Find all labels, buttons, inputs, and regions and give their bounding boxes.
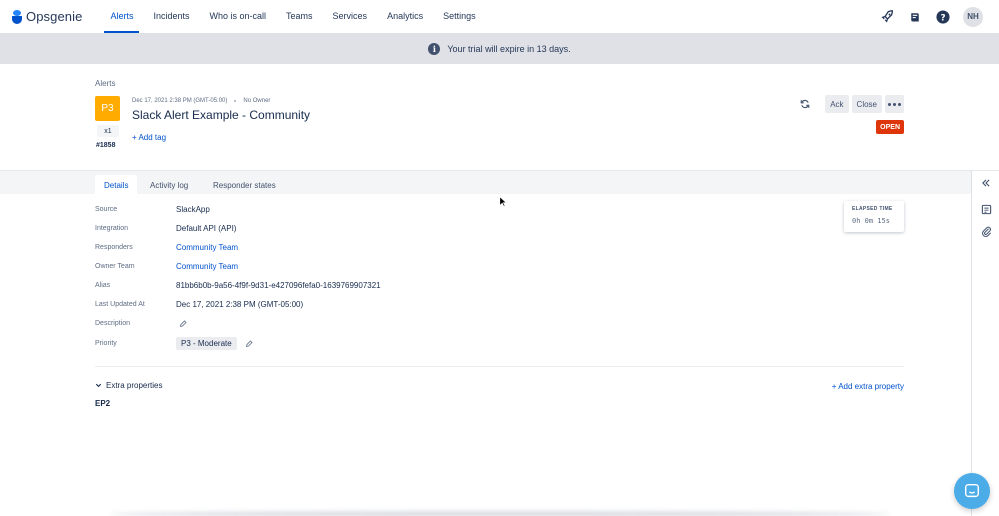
tabs-bar: Details Activity log Responder states xyxy=(0,170,971,195)
detail-label: Source xyxy=(95,206,118,213)
detail-label: Alias xyxy=(95,282,111,289)
opsgenie-logo-icon xyxy=(12,9,22,24)
section-divider xyxy=(95,366,904,367)
nav-incidents[interactable]: Incidents xyxy=(143,0,199,33)
help-icon[interactable]: ? xyxy=(935,9,951,25)
elapsed-time-value: 0h 0m 15s xyxy=(852,217,890,225)
status-badge: OPEN xyxy=(876,120,904,134)
alert-count: x1 xyxy=(97,125,119,137)
detail-row-owner-team: Owner Team Community Team xyxy=(95,262,238,271)
edit-priority-pencil-icon[interactable] xyxy=(245,339,254,348)
notes-icon[interactable] xyxy=(979,202,993,216)
tab-responder-states[interactable]: Responder states xyxy=(204,175,285,195)
detail-label: Owner Team xyxy=(95,263,135,270)
chat-icon xyxy=(964,483,980,498)
responders-link[interactable]: Community Team xyxy=(176,243,238,252)
detail-row-last-updated: Last Updated At Dec 17, 2021 2:38 PM (GM… xyxy=(95,300,303,309)
detail-value-alias: 81bb6b0b-9a56-4f9f-9d31-e427096fefa0-163… xyxy=(176,281,381,290)
extra-properties-toggle[interactable]: Extra properties xyxy=(95,381,162,390)
more-dot-icon xyxy=(893,102,896,106)
add-extra-property-link[interactable]: + Add extra property xyxy=(832,382,904,391)
info-icon: i xyxy=(428,42,441,55)
elapsed-time-label: ELAPSED TIME xyxy=(852,206,893,212)
detail-label: Priority xyxy=(95,340,117,347)
alert-actions: Ack Close xyxy=(796,95,904,113)
detail-label: Responders xyxy=(95,244,133,251)
nav-teams[interactable]: Teams xyxy=(276,0,323,33)
trial-banner-text: Your trial will expire in 13 days. xyxy=(447,43,571,54)
collapse-double-chevron-icon[interactable] xyxy=(979,176,993,190)
more-options-button[interactable] xyxy=(885,95,904,113)
detail-value-source: SlackApp xyxy=(176,205,210,214)
detail-row-alias: Alias 81bb6b0b-9a56-4f9f-9d31-e427096fef… xyxy=(95,281,381,290)
chevron-down-icon xyxy=(95,383,102,388)
detail-row-integration: Integration Default API (API) xyxy=(95,224,236,233)
tab-details[interactable]: Details xyxy=(95,175,138,195)
alert-tiny-id: #1858 xyxy=(96,142,116,149)
alert-meta: Dec 17, 2021 2:38 PM (GMT-05:00) No Owne… xyxy=(132,98,270,104)
nav-analytics[interactable]: Analytics xyxy=(377,0,433,33)
detail-row-responders: Responders Community Team xyxy=(95,243,238,252)
add-tag-link[interactable]: + Add tag xyxy=(132,133,166,142)
priority-value-chip[interactable]: P3 - Moderate xyxy=(176,337,237,350)
detail-value-integration: Default API (API) xyxy=(176,224,237,233)
chat-button[interactable] xyxy=(954,473,990,509)
book-icon[interactable] xyxy=(907,9,923,25)
nav-who-is-on-call[interactable]: Who is on-call xyxy=(200,0,277,33)
alert-created-time: Dec 17, 2021 2:38 PM (GMT-05:00) xyxy=(132,98,228,104)
alert-owner: No Owner xyxy=(243,98,271,104)
page-title: Slack Alert Example - Community xyxy=(132,108,311,122)
detail-row-source: Source SlackApp xyxy=(95,205,210,214)
right-rail xyxy=(971,170,999,516)
meta-separator xyxy=(234,100,237,102)
attachment-icon[interactable] xyxy=(979,224,993,238)
breadcrumb[interactable]: Alerts xyxy=(95,79,115,88)
nav-services[interactable]: Services xyxy=(323,0,378,33)
extra-properties-label: Extra properties xyxy=(106,381,163,390)
detail-label: Last Updated At xyxy=(95,301,145,308)
nav-settings[interactable]: Settings xyxy=(433,0,486,33)
trial-banner: i Your trial will expire in 13 days. xyxy=(0,33,999,64)
elapsed-time-card: ELAPSED TIME 0h 0m 15s xyxy=(844,201,904,232)
detail-row-description: Description xyxy=(95,319,187,328)
detail-label: Description xyxy=(95,320,131,327)
owner-team-link[interactable]: Community Team xyxy=(176,262,238,271)
top-nav: Opsgenie Alerts Incidents Who is on-call… xyxy=(0,0,999,33)
detail-value-last-updated: Dec 17, 2021 2:38 PM (GMT-05:00) xyxy=(176,300,304,309)
refresh-icon[interactable] xyxy=(796,95,814,113)
opsgenie-logo[interactable]: Opsgenie xyxy=(12,0,82,33)
priority-badge: P3 xyxy=(95,96,120,121)
nav-alerts[interactable]: Alerts xyxy=(100,0,143,33)
bottom-shadow xyxy=(110,511,890,516)
logo-text: Opsgenie xyxy=(26,9,83,24)
more-dot-icon xyxy=(888,102,891,106)
mouse-cursor-icon xyxy=(499,196,507,207)
extra-property-key: EP2 xyxy=(95,399,111,408)
detail-label: Integration xyxy=(95,225,129,232)
tab-activity-log[interactable]: Activity log xyxy=(141,175,197,195)
rocket-icon[interactable] xyxy=(879,9,895,25)
ack-button[interactable]: Ack xyxy=(825,95,849,113)
detail-row-priority: Priority P3 - Moderate xyxy=(95,337,254,350)
close-button[interactable]: Close xyxy=(851,95,882,113)
svg-text:?: ? xyxy=(940,13,945,23)
more-dot-icon xyxy=(898,102,901,106)
avatar[interactable]: NH xyxy=(963,6,983,27)
edit-description-pencil-icon[interactable] xyxy=(178,319,187,328)
